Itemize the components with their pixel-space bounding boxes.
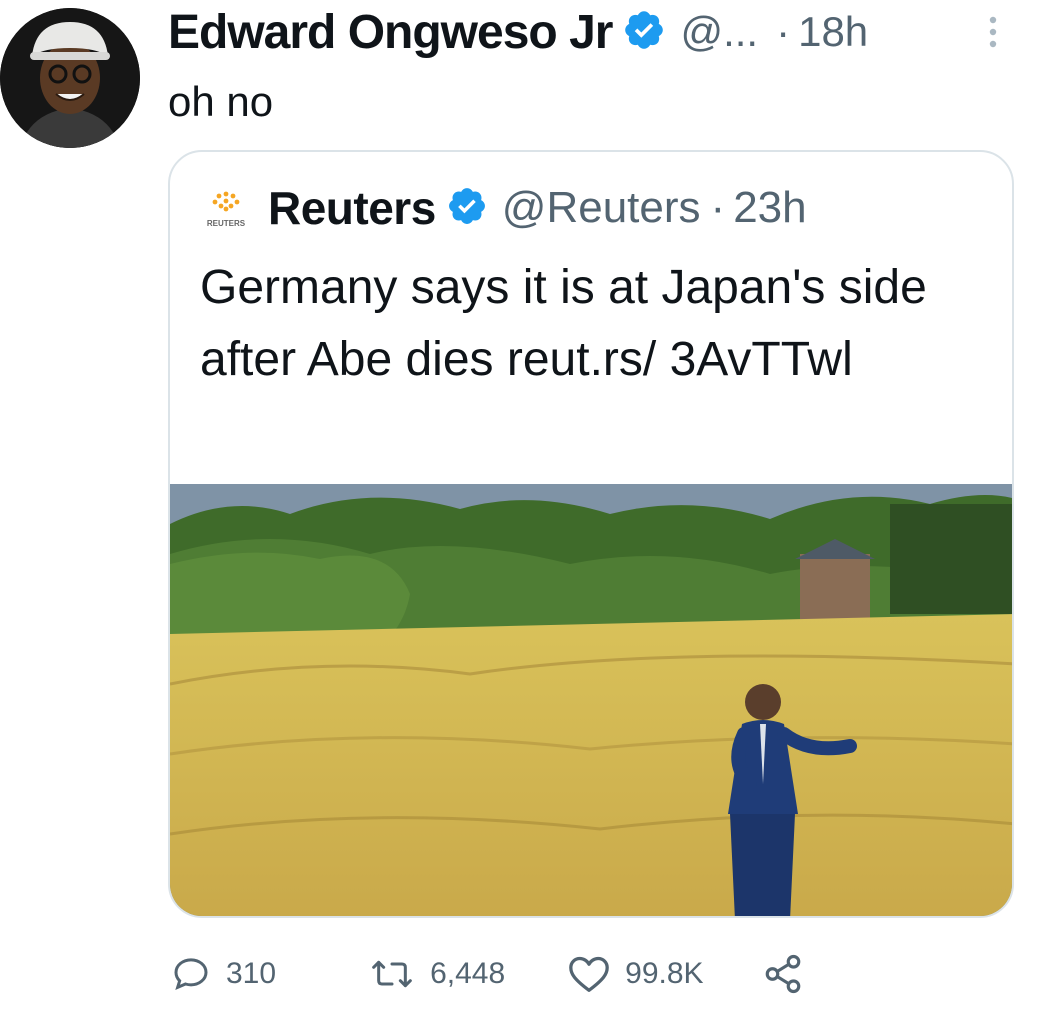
field-photo bbox=[170, 484, 1012, 916]
quoted-tweet-image[interactable] bbox=[170, 484, 1012, 916]
more-icon[interactable] bbox=[985, 12, 1001, 57]
like-icon bbox=[569, 956, 609, 992]
verified-badge-icon bbox=[622, 8, 666, 57]
quoted-tweet-time[interactable]: 23h bbox=[733, 183, 806, 233]
author-avatar[interactable] bbox=[0, 8, 140, 148]
quoted-author-name[interactable]: Reuters bbox=[268, 181, 436, 235]
tweet-header: Edward Ongweso Jr @... · 18h bbox=[168, 4, 868, 60]
retweet-button[interactable]: 6,448 bbox=[368, 954, 505, 994]
quoted-tweet-card[interactable]: REUTERS Reuters @Reuters · 23h Germany s… bbox=[168, 150, 1014, 918]
reuters-logo-text: REUTERS bbox=[207, 219, 246, 228]
retweet-icon bbox=[372, 960, 412, 988]
tweet-actions: 310 6,448 99.8K bbox=[170, 944, 804, 1004]
quoted-author-handle[interactable]: @Reuters bbox=[502, 183, 701, 233]
reply-button[interactable]: 310 bbox=[170, 954, 276, 994]
quoted-tweet-text: Germany says it is at Japan's side after… bbox=[200, 261, 927, 386]
verified-badge-icon bbox=[446, 185, 488, 232]
time-separator: · bbox=[776, 8, 791, 55]
quoted-time-separator: · bbox=[710, 183, 726, 232]
reuters-logo[interactable]: REUTERS bbox=[200, 182, 252, 234]
quoted-tweet-header: REUTERS Reuters @Reuters · 23h bbox=[200, 180, 807, 236]
reply-icon bbox=[174, 958, 208, 990]
tweet-text: oh no bbox=[168, 78, 274, 125]
tweet-time[interactable]: 18h bbox=[798, 8, 868, 56]
share-button[interactable] bbox=[762, 953, 804, 995]
like-button[interactable]: 99.8K bbox=[567, 954, 704, 994]
avatar-photo bbox=[0, 8, 140, 148]
author-handle[interactable]: @... bbox=[680, 8, 758, 56]
reply-count: 310 bbox=[226, 957, 277, 990]
retweet-count: 6,448 bbox=[430, 957, 506, 990]
share-icon bbox=[765, 954, 800, 994]
author-name[interactable]: Edward Ongweso Jr bbox=[168, 5, 613, 60]
like-count: 99.8K bbox=[625, 957, 704, 990]
